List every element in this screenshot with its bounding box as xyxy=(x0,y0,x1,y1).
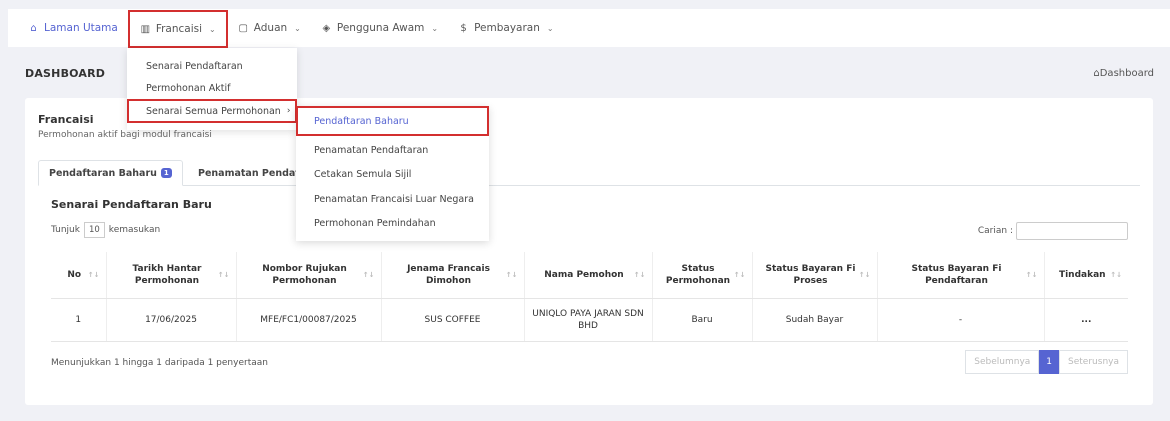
submenu-item-penamatan-francaisi-luar-negara[interactable]: Penamatan Francaisi Luar Negara xyxy=(296,187,489,212)
search-control: Carian : xyxy=(978,222,1128,240)
submenu-item-cetakan-semula-sijil[interactable]: Cetakan Semula Sijil xyxy=(296,163,489,188)
book-icon: ▥ xyxy=(140,23,151,35)
column-header[interactable]: Nama Pemohon ↑↓ xyxy=(523,252,652,299)
table-cell: Sudah Bayar xyxy=(751,298,877,342)
search-label: Carian : xyxy=(977,226,1013,236)
shield-icon: ◈ xyxy=(322,22,331,34)
nav-label: Francaisi xyxy=(155,23,203,35)
column-header[interactable]: No ↑↓ xyxy=(51,252,106,299)
header-label: Status Bayaran Fi Pendaftaran xyxy=(911,263,1002,286)
nav-label: Laman Utama xyxy=(44,22,118,34)
pagination: Sebelumnya 1 Seterusnya xyxy=(965,350,1128,374)
dollar-icon: $ xyxy=(460,22,467,34)
sort-icon: ↑↓ xyxy=(1110,270,1122,279)
data-table: No ↑↓ Tarikh Hantar Permohonan ↑↓ Nombor R… xyxy=(51,252,1128,342)
table-cell: MFE/FC1/00087/2025 xyxy=(235,298,381,342)
nav-label: Aduan xyxy=(253,22,288,34)
column-header[interactable]: Tindakan ↑↓ xyxy=(1043,252,1128,299)
table-cell: Baru xyxy=(651,298,752,342)
nav-label: Pengguna Awam xyxy=(336,22,425,34)
column-header[interactable]: Jenama Francais Dimohon ↑↓ xyxy=(380,252,524,299)
chevron-down-icon: ⌄ xyxy=(431,23,439,33)
nav-pembayaran[interactable]: $ Pembayaran ⌄ xyxy=(448,9,564,47)
nav-pengguna-awam[interactable]: ◈ Pengguna Awam ⌄ xyxy=(311,9,448,47)
column-header[interactable]: Status Permohonan ↑↓ xyxy=(651,252,752,299)
column-header[interactable]: Tarikh Hantar Permohonan ↑↓ xyxy=(105,252,236,299)
francaisi-dropdown-menu: Senarai Pendaftaran Permohonan Aktif Sen… xyxy=(127,48,297,130)
sort-icon: ↑↓ xyxy=(858,270,871,279)
card-subtitle: Permohonan aktif bagi modul francaisi xyxy=(38,130,212,140)
length-prefix: Tunjuk xyxy=(51,225,80,235)
table-cell: 1 xyxy=(51,298,106,342)
sort-icon: ↑↓ xyxy=(633,270,646,279)
sort-icon: ↑↓ xyxy=(505,270,518,279)
table-cell: 17/06/2025 xyxy=(105,298,236,342)
submenu-item-pendaftaran-baharu[interactable]: Pendaftaran Baharu xyxy=(296,106,489,136)
message-icon: ▢ xyxy=(238,22,248,34)
sort-icon: ↑↓ xyxy=(217,270,230,279)
chevron-down-icon: ⌄ xyxy=(294,23,301,33)
search-input[interactable] xyxy=(1016,222,1128,240)
menu-item-senarai-semua-permohonan[interactable]: Senarai Semua Permohonan › xyxy=(127,99,297,123)
nav-aduan[interactable]: ▢ Aduan ⌄ xyxy=(228,9,311,47)
previous-page-button[interactable]: Sebelumnya xyxy=(965,350,1040,374)
header-label: Nama Pemohon xyxy=(544,269,624,280)
header-label: Status Bayaran Fi Proses xyxy=(765,263,856,286)
table-info: Menunjukkan 1 hingga 1 daripada 1 penyer… xyxy=(51,358,268,368)
submenu-item-permohonan-pemindahan[interactable]: Permohonan Pemindahan xyxy=(296,212,489,237)
menu-item-label: Senarai Semua Permohonan xyxy=(146,105,281,117)
tab-pendaftaran-baharu[interactable]: Pendaftaran Baharu 1 xyxy=(38,160,183,186)
nav-francaisi[interactable]: ▥ Francaisi ⌄ xyxy=(127,10,228,48)
actions-menu-button[interactable]: ... xyxy=(1043,298,1128,342)
length-control: Tunjuk 10 kemasukan xyxy=(51,222,160,238)
column-header[interactable]: Status Bayaran Fi Proses ↑↓ xyxy=(751,252,877,299)
length-suffix: kemasukan xyxy=(108,225,161,235)
section-title: Senarai Pendaftaran Baru xyxy=(51,198,212,211)
sort-icon: ↑↓ xyxy=(87,270,100,279)
header-label: Tarikh Hantar Permohonan xyxy=(132,263,202,286)
header-label: No xyxy=(67,269,82,280)
nav-label: Pembayaran xyxy=(474,22,540,34)
menu-item-senarai-pendaftaran[interactable]: Senarai Pendaftaran xyxy=(127,55,297,77)
table-header-row: No ↑↓ Tarikh Hantar Permohonan ↑↓ Nombor R… xyxy=(51,252,1128,299)
page-1-button[interactable]: 1 xyxy=(1039,350,1060,374)
tab-bar: Pendaftaran Baharu 1 Penamatan Pendaftar… xyxy=(38,160,1140,186)
sort-icon: ↑↓ xyxy=(1025,270,1038,279)
breadcrumb[interactable]: ⌂Dashboard xyxy=(1093,68,1154,79)
nav-laman-utama[interactable]: ⌂ Laman Utama xyxy=(18,9,128,47)
sort-icon: ↑↓ xyxy=(362,270,375,279)
tab-label: Pendaftaran Baharu xyxy=(49,167,157,179)
sort-icon: ↑↓ xyxy=(733,270,746,279)
home-icon: ⌂ xyxy=(30,22,37,34)
header-label: Tindakan xyxy=(1058,269,1106,280)
header-label: Nombor Rujukan Permohonan xyxy=(262,263,347,286)
table-cell: UNIQLO PAYA JARAN SDN BHD xyxy=(523,298,652,342)
semua-permohonan-submenu: Pendaftaran Baharu Penamatan Pendaftaran… xyxy=(296,106,489,241)
table-cell: - xyxy=(876,298,1044,342)
page-title: DASHBOARD xyxy=(25,66,106,80)
submenu-item-penamatan-pendaftaran[interactable]: Penamatan Pendaftaran xyxy=(296,138,489,163)
top-navigation: ⌂ Laman Utama ▥ Francaisi ⌄ ▢ Aduan ⌄ ◈ … xyxy=(8,9,1170,48)
main-card: Francaisi Permohonan aktif bagi modul fr… xyxy=(25,98,1153,405)
count-badge: 1 xyxy=(160,168,172,178)
header-label: Jenama Francais Dimohon xyxy=(407,263,490,286)
table-row: 1 17/06/2025 MFE/FC1/00087/2025 SUS COFF… xyxy=(51,298,1128,342)
chevron-down-icon: ⌄ xyxy=(546,23,554,33)
breadcrumb-label: Dashboard xyxy=(1099,67,1154,79)
column-header[interactable]: Status Bayaran Fi Pendaftaran ↑↓ xyxy=(876,252,1044,299)
next-page-button[interactable]: Seterusnya xyxy=(1059,350,1128,374)
chevron-right-icon: › xyxy=(286,106,291,116)
chevron-down-icon: ⌄ xyxy=(209,24,216,34)
column-header[interactable]: Nombor Rujukan Permohonan ↑↓ xyxy=(235,252,381,299)
length-select[interactable]: 10 xyxy=(83,222,105,238)
table-cell: SUS COFFEE xyxy=(380,298,524,342)
header-label: Status Permohonan xyxy=(665,263,731,286)
menu-item-permohonan-aktif[interactable]: Permohonan Aktif xyxy=(127,77,297,99)
